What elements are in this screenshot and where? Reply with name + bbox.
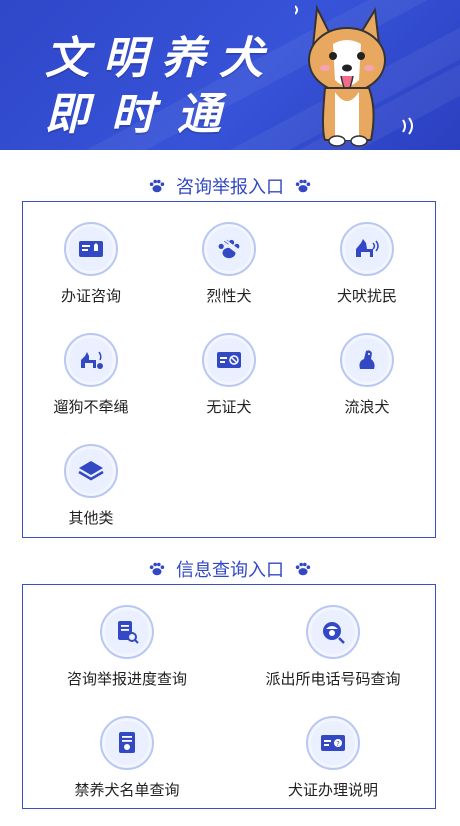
section-title: 信息查询入口 xyxy=(176,560,284,581)
consult-report-panel: 办证咨询 烈性犬 犬吠扰民 遛狗不牵绳 无证犬 流浪犬 其他类 xyxy=(22,201,436,538)
unleashed-dog-icon xyxy=(64,333,118,387)
id-card-dog-icon xyxy=(64,222,118,276)
item-label: 烈性犬 xyxy=(206,287,252,305)
license-consult-button[interactable]: 办证咨询 xyxy=(31,222,151,306)
document-search-icon xyxy=(100,605,154,659)
layers-icon xyxy=(64,444,118,498)
aggressive-paw-icon xyxy=(202,222,256,276)
item-label: 犬证办理说明 xyxy=(287,781,378,799)
police-phone-query-button[interactable]: 派出所电话号码查询 xyxy=(233,605,433,689)
item-label: 流浪犬 xyxy=(344,398,390,416)
barking-dog-button[interactable]: 犬吠扰民 xyxy=(307,222,427,306)
report-progress-query-button[interactable]: 咨询举报进度查询 xyxy=(27,605,227,689)
paw-icon xyxy=(295,179,311,193)
item-label: 无证犬 xyxy=(206,398,252,416)
license-info-icon: ? xyxy=(306,716,360,770)
item-label: 犬吠扰民 xyxy=(336,287,397,305)
stray-dog-icon xyxy=(340,333,394,387)
item-label: 办证咨询 xyxy=(60,287,121,305)
svg-text:?: ? xyxy=(336,740,340,748)
aggressive-dog-button[interactable]: 烈性犬 xyxy=(169,222,289,306)
info-query-panel: 咨询举报进度查询 派出所电话号码查询 禁养犬名单查询 ? 犬证办理说明 xyxy=(22,584,436,809)
no-license-card-icon xyxy=(202,333,256,387)
section-title: 咨询举报入口 xyxy=(176,177,284,198)
paw-icon xyxy=(149,179,165,193)
item-label: 遛狗不牵绳 xyxy=(53,398,129,416)
info-query-section-header: 信息查询入口 xyxy=(0,556,460,582)
hero-banner: 文明养犬 即时通 xyxy=(0,0,460,150)
unlicensed-dog-button[interactable]: 无证犬 xyxy=(169,333,289,417)
banner-title-line2: 即时通 xyxy=(45,89,243,140)
paw-icon xyxy=(295,562,311,576)
police-search-icon xyxy=(306,605,360,659)
paw-icon xyxy=(149,562,165,576)
unleashed-dog-button[interactable]: 遛狗不牵绳 xyxy=(31,333,151,417)
item-label: 派出所电话号码查询 xyxy=(265,670,401,688)
license-instructions-button[interactable]: ? 犬证办理说明 xyxy=(233,716,433,800)
other-category-button[interactable]: 其他类 xyxy=(31,444,151,528)
banned-dog-list-query-button[interactable]: 禁养犬名单查询 xyxy=(27,716,227,800)
barking-dog-icon xyxy=(340,222,394,276)
banned-dog-list-icon xyxy=(100,716,154,770)
item-label: 咨询举报进度查询 xyxy=(66,670,187,688)
banner-title-line1: 文明养犬 xyxy=(45,33,277,84)
item-label: 禁养犬名单查询 xyxy=(74,781,180,799)
item-label: 其他类 xyxy=(68,509,114,527)
stray-dog-button[interactable]: 流浪犬 xyxy=(307,333,427,417)
consult-report-section-header: 咨询举报入口 xyxy=(0,173,460,199)
corgi-illustration xyxy=(295,4,413,147)
